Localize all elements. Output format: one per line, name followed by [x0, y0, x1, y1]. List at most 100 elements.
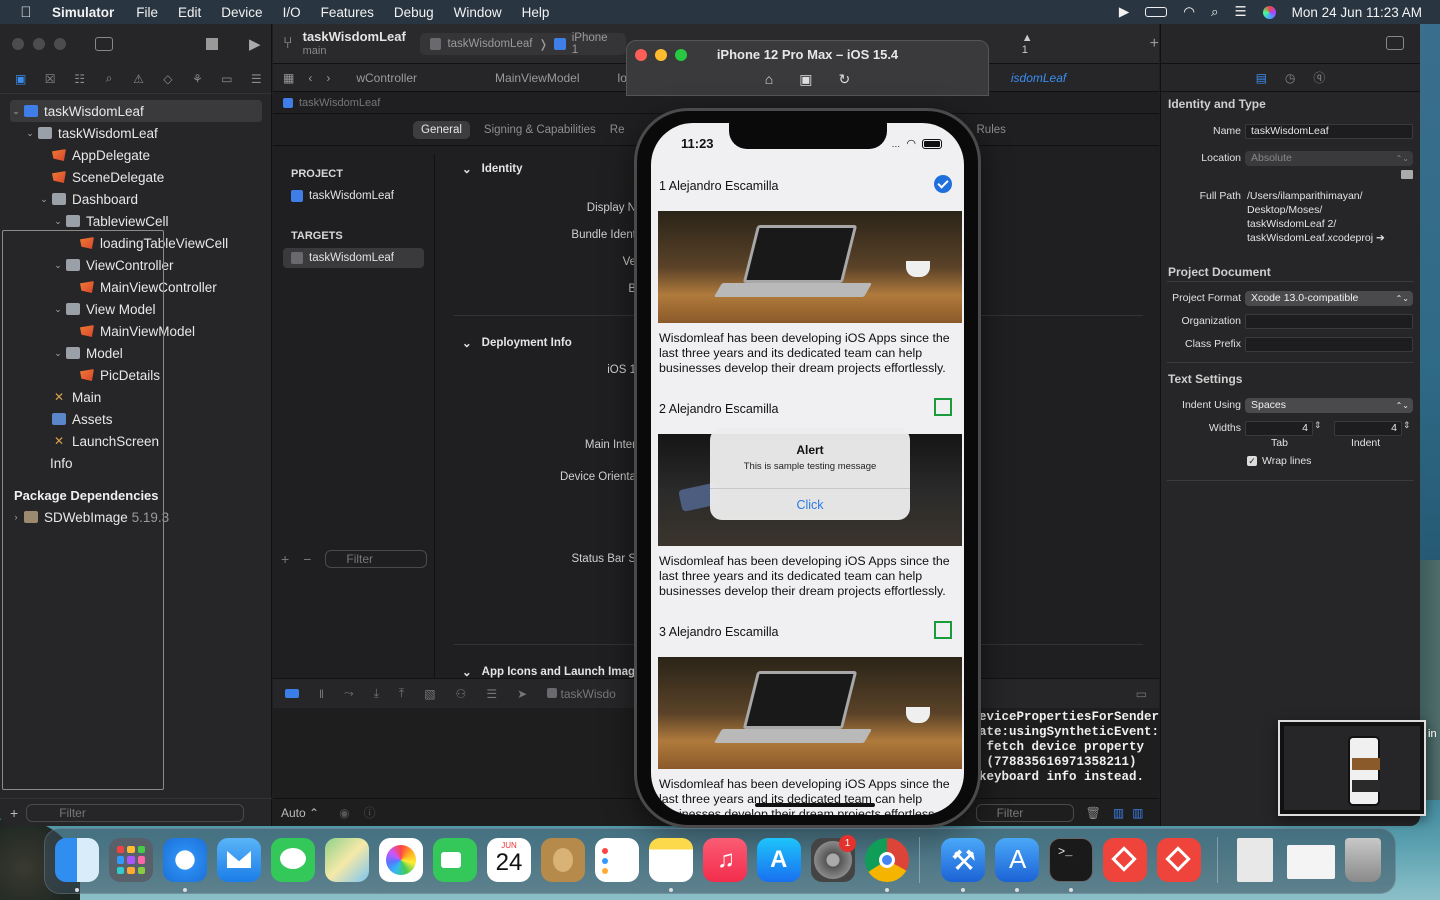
- sidebar-toggle-icon[interactable]: [95, 37, 113, 51]
- menu-help[interactable]: Help: [512, 5, 560, 20]
- finder-icon[interactable]: [55, 838, 99, 882]
- reveal-arrow-icon[interactable]: ➔: [1376, 232, 1385, 244]
- minimize-window-button[interactable]: [33, 38, 45, 50]
- split-left-icon[interactable]: ▥: [1113, 806, 1124, 820]
- target-filter-input[interactable]: Filter: [325, 550, 428, 568]
- tab-mainviewmodel[interactable]: MainViewModel: [483, 71, 592, 85]
- tab-viewcontroller[interactable]: wController: [344, 71, 429, 85]
- step-out-icon[interactable]: ⤒: [399, 686, 404, 701]
- anydesk-icon[interactable]: [1103, 838, 1147, 882]
- tab-resource-tags[interactable]: Re: [610, 124, 625, 136]
- reminders-icon[interactable]: [595, 838, 639, 882]
- messages-icon[interactable]: [271, 838, 315, 882]
- checkbox-unchecked-icon[interactable]: [934, 621, 952, 639]
- menu-features[interactable]: Features: [311, 5, 384, 20]
- source-control-icon[interactable]: ☒: [35, 72, 64, 86]
- screenshot-thumbnail[interactable]: [1278, 720, 1426, 816]
- menu-clock[interactable]: Mon 24 Jun 11:23 AM: [1292, 5, 1422, 20]
- menu-file[interactable]: File: [126, 5, 168, 20]
- symbol-navigator-icon[interactable]: ☷: [65, 72, 94, 86]
- folder-navigator-icon[interactable]: ▣: [6, 72, 35, 86]
- downloads-stack-icon[interactable]: [1287, 845, 1335, 879]
- organization-field[interactable]: [1245, 314, 1413, 329]
- maps-icon[interactable]: [325, 838, 369, 882]
- contacts-icon[interactable]: [541, 838, 585, 882]
- add-file-icon[interactable]: +: [10, 805, 18, 821]
- step-into-icon[interactable]: ⤓: [374, 686, 379, 701]
- mail-icon[interactable]: [217, 838, 261, 882]
- checkbox-checked-icon[interactable]: [934, 175, 952, 193]
- chevron-down-icon[interactable]: ⌄: [52, 216, 64, 227]
- rotate-icon[interactable]: ↻: [838, 71, 850, 88]
- add-tab-icon[interactable]: +: [1150, 35, 1159, 53]
- facetime-icon[interactable]: [433, 838, 477, 882]
- grid-icon[interactable]: ▦: [283, 71, 294, 85]
- breadcrumb-project[interactable]: taskWisdomLeaf: [299, 97, 380, 109]
- environment-icon[interactable]: ☰: [486, 687, 497, 701]
- music-icon[interactable]: ♫: [703, 838, 747, 882]
- forward-icon[interactable]: ›: [326, 71, 330, 85]
- home-icon[interactable]: ⌂: [765, 71, 773, 88]
- report-navigator-icon[interactable]: ☰: [242, 72, 271, 86]
- debug-target[interactable]: taskWisdo: [547, 687, 616, 701]
- stop-icon[interactable]: [206, 38, 218, 50]
- info-icon[interactable]: ⓘ: [364, 804, 376, 821]
- spotlight-search-icon[interactable]: ⌕: [1211, 4, 1219, 20]
- terminal-icon[interactable]: >_: [1049, 838, 1093, 882]
- tab-width-field[interactable]: 4: [1245, 421, 1313, 436]
- screenshot-icon[interactable]: ▣: [799, 71, 812, 88]
- chevron-down-icon[interactable]: ⌄: [10, 106, 22, 117]
- app-icons-section-header[interactable]: ⌄ App Icons and Launch Imag: [462, 665, 635, 679]
- indent-stepper[interactable]: ⇕: [1403, 420, 1411, 431]
- close-window-button[interactable]: [12, 38, 24, 50]
- step-over-icon[interactable]: ⤳: [344, 686, 354, 701]
- chrome-icon[interactable]: [865, 838, 909, 882]
- menu-debug[interactable]: Debug: [384, 5, 444, 20]
- alert-click-button[interactable]: Click: [710, 488, 910, 520]
- eye-icon[interactable]: ◉: [339, 806, 349, 820]
- find-navigator-icon[interactable]: ⌕: [94, 71, 123, 86]
- test-navigator-icon[interactable]: ◇: [153, 72, 182, 86]
- history-inspector-icon[interactable]: ◷: [1285, 71, 1295, 85]
- project-format-select[interactable]: Xcode 13.0-compatible: [1245, 291, 1413, 306]
- warning-indicator[interactable]: ▲ 1: [1022, 32, 1042, 56]
- zoom-window-button[interactable]: [54, 38, 66, 50]
- back-icon[interactable]: ‹: [308, 71, 312, 85]
- tab-project[interactable]: isdomLeaf: [999, 71, 1078, 85]
- file-tree-item[interactable]: ⌄ taskWisdomLeaf: [0, 122, 272, 144]
- menu-window[interactable]: Window: [444, 5, 512, 20]
- tab-stepper[interactable]: ⇕: [1314, 420, 1322, 431]
- indent-width-field[interactable]: 4: [1334, 421, 1402, 436]
- folder-icon[interactable]: [1401, 170, 1413, 179]
- target-item[interactable]: taskWisdomLeaf: [283, 248, 424, 268]
- app-store-icon[interactable]: A: [757, 838, 801, 882]
- debug-navigator-icon[interactable]: ⚘: [183, 72, 212, 86]
- file-tree-item[interactable]: Info: [0, 230, 272, 790]
- anydesk-icon[interactable]: [1157, 838, 1201, 882]
- identity-section-header[interactable]: ⌄ Identity: [462, 162, 523, 176]
- trash-icon[interactable]: 🗑︎: [1086, 806, 1101, 820]
- remove-target-button[interactable]: −: [303, 551, 311, 567]
- issue-navigator-icon[interactable]: ⚠: [124, 72, 153, 86]
- add-target-button[interactable]: +: [281, 551, 289, 567]
- trash-icon[interactable]: [1345, 838, 1381, 882]
- file-tree-item[interactable]: SceneDelegate: [0, 166, 272, 188]
- home-indicator[interactable]: [755, 803, 875, 807]
- console-mode-select[interactable]: Auto ⌃: [281, 806, 319, 820]
- menu-io[interactable]: I/O: [273, 5, 311, 20]
- console-layout-icon[interactable]: ▭: [1136, 687, 1147, 701]
- file-tree-item[interactable]: ⌄ TableviewCell: [0, 210, 272, 232]
- notes-icon[interactable]: [649, 838, 693, 882]
- navigator-filter-input[interactable]: Filter: [26, 803, 245, 822]
- wifi-icon[interactable]: ◠: [1183, 4, 1195, 20]
- inspector-toggle-icon[interactable]: [1386, 36, 1404, 50]
- launchpad-icon[interactable]: [109, 838, 153, 882]
- menu-device[interactable]: Device: [211, 5, 272, 20]
- split-right-icon[interactable]: ▥: [1132, 806, 1143, 820]
- file-tree-item[interactable]: ⌄ taskWisdomLeaf: [10, 100, 262, 122]
- apple-menu-icon[interactable]: : [0, 4, 52, 21]
- safari-icon[interactable]: [163, 838, 207, 882]
- app-menu[interactable]: Simulator: [52, 5, 126, 20]
- pause-icon[interactable]: ‖: [319, 687, 324, 701]
- zip-file-icon[interactable]: [1237, 838, 1273, 882]
